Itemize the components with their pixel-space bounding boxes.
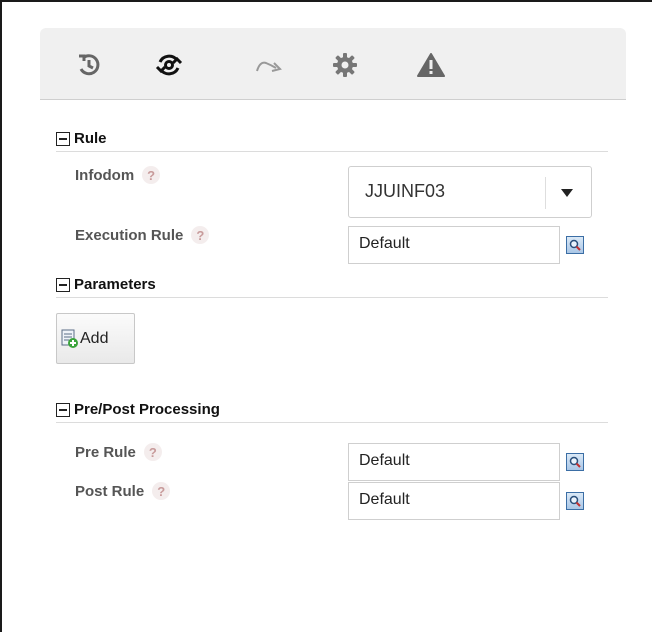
add-button-label: Add [80,329,109,347]
help-icon[interactable]: ? [191,226,210,244]
section-parameters-header: Parameters [56,272,608,298]
search-icon[interactable] [566,236,584,254]
toolbar [40,28,626,100]
select-divider [545,177,546,209]
execution-rule-label: Execution Rule [75,226,184,244]
gear-icon[interactable] [330,50,360,80]
add-parameter-button[interactable]: Add [56,313,135,364]
refresh-settings-icon[interactable] [154,50,184,80]
section-rule-header: Rule [56,126,608,152]
infodom-selected-value: JJUINF03 [365,181,446,201]
execution-rule-input[interactable]: Default [348,226,560,264]
add-document-icon [61,329,78,348]
search-icon[interactable] [566,492,584,510]
pre-rule-input[interactable]: Default [348,443,560,481]
redo-icon[interactable] [254,50,284,80]
help-icon[interactable]: ? [143,443,162,461]
pre-rule-label-row: Pre Rule ? [75,443,162,461]
collapse-prepost-toggle[interactable] [56,402,70,417]
warning-icon[interactable] [416,50,446,80]
post-rule-label: Post Rule [75,482,145,500]
collapse-parameters-toggle[interactable] [56,277,70,292]
infodom-label: Infodom [75,166,135,184]
history-icon[interactable] [74,50,104,80]
infodom-label-row: Infodom ? [75,166,161,184]
execution-rule-label-row: Execution Rule ? [75,226,210,244]
section-parameters-title: Parameters [74,276,156,293]
search-icon[interactable] [566,453,584,471]
help-icon[interactable]: ? [142,166,161,184]
pre-rule-label: Pre Rule [75,443,136,461]
collapse-rule-toggle[interactable] [56,131,70,146]
post-rule-label-row: Post Rule ? [75,482,171,500]
post-rule-input[interactable]: Default [348,482,560,520]
section-prepost-header: Pre/Post Processing [56,397,608,423]
section-prepost-title: Pre/Post Processing [74,401,220,418]
infodom-select[interactable]: JJUINF03 [348,166,592,218]
section-rule-title: Rule [74,130,107,147]
help-icon[interactable]: ? [152,482,171,500]
chevron-down-icon[interactable] [561,189,573,197]
